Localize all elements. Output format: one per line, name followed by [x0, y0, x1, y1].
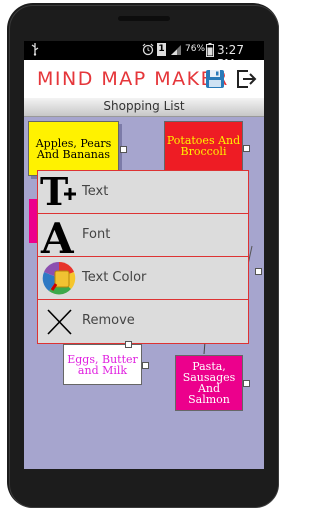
menu-item-label: Text [82, 184, 109, 199]
app-screen: 1 76% 3:27 PM MIND MAP MAKER [24, 41, 264, 469]
node-label: Potatoes And Broccoli [166, 134, 241, 158]
font-icon: A [40, 214, 78, 263]
menu-item-text[interactable]: T Text [38, 169, 248, 214]
status-bar: 1 76% 3:27 PM [24, 41, 264, 71]
app-title-bar: MIND MAP MAKER [24, 60, 264, 98]
mind-map-node[interactable]: Pasta, Sausages And Salmon [175, 355, 243, 411]
menu-item-text-color[interactable]: Text Color [38, 257, 248, 300]
menu-item-label: Text Color [82, 270, 147, 285]
node-label: Eggs, Butter and Milk [67, 352, 138, 377]
svg-text:A: A [40, 215, 75, 255]
mind-map-node[interactable]: Eggs, Butter and Milk [63, 344, 142, 385]
node-handle[interactable] [125, 341, 132, 348]
menu-item-label: Remove [82, 313, 135, 328]
map-name: Shopping List [103, 99, 185, 113]
menu-item-remove[interactable]: Remove [38, 300, 248, 343]
battery-icon [206, 43, 214, 60]
node-handle[interactable] [142, 362, 149, 369]
node-label: Pasta, Sausages And Salmon [182, 360, 236, 406]
sim-icon: 1 [157, 43, 166, 56]
node-handle[interactable] [243, 380, 250, 387]
svg-text:T: T [40, 172, 68, 212]
mind-map-node[interactable]: Potatoes And Broccoli [164, 121, 243, 171]
node-handle[interactable] [120, 146, 127, 153]
map-name-bar: Shopping List [24, 98, 264, 117]
menu-item-font[interactable]: A Font [38, 214, 248, 263]
node-handle[interactable] [243, 145, 250, 152]
paint-bucket-icon [40, 258, 78, 298]
node-handle[interactable] [255, 268, 262, 275]
alarm-icon [142, 43, 154, 59]
usb-icon [30, 42, 40, 59]
app-title: MIND MAP MAKER [37, 68, 229, 90]
menu-item-label: Font [82, 227, 111, 242]
node-label: Apples, Pears And Bananas [35, 136, 112, 161]
node-context-menu: T Text A Font Text Color Remove [37, 169, 249, 344]
exit-icon[interactable] [235, 68, 257, 94]
close-icon [40, 301, 78, 341]
phone-speaker [118, 16, 170, 21]
text-add-icon: T [40, 169, 78, 214]
save-icon[interactable] [205, 69, 225, 93]
battery-percent: 76% [185, 44, 206, 54]
signal-icon [170, 43, 182, 59]
mind-map-node[interactable]: Apples, Pears And Bananas [28, 121, 119, 176]
